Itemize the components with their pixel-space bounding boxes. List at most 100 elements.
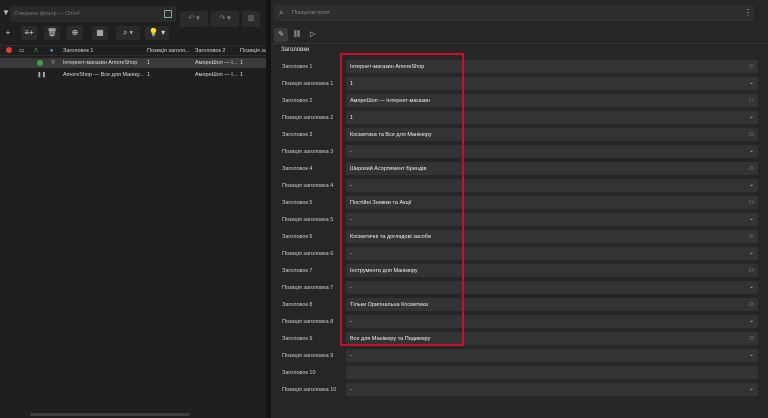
filter-icon[interactable]: ▼ [2,8,10,18]
filter-bar: ▼ Створити фільтр — Ctrl+F ↶ ▾ ↷ ▾ ▥ [0,5,266,27]
chevron-down-icon[interactable]: ⌄ [749,249,754,256]
field-value: - [350,250,352,257]
policy-column-icon[interactable]: ● [50,48,53,54]
insert-button[interactable]: ≡+ [21,26,37,40]
cell-pos2[interactable]: 1 [240,60,243,66]
cell-title2[interactable]: АмореШоп — І... [195,60,238,66]
comment-column-icon[interactable]: ▭ [19,48,24,54]
label-icon[interactable]: ▷ [306,28,320,42]
field-label: Заголовок 4 [282,166,313,172]
chevron-down-icon[interactable]: ⌄ [749,351,754,358]
redo-button[interactable]: ↷ ▾ [211,11,239,27]
char-count: 28 [748,301,754,308]
headline-row: Заголовок 4 Широкий Асортимент Брендів 26 [271,162,768,176]
sort-column-icon[interactable]: ᐱ [34,48,38,54]
status-enabled-icon [37,60,43,66]
headline-position-row: Позиція заголовка 10- ⌄ [271,383,768,397]
field-value: - [350,284,352,291]
app-window: ▼ Створити фільтр — Ctrl+F ↶ ▾ ↷ ▾ ▥ + ≡… [0,0,768,418]
chevron-down-icon[interactable]: ⌄ [749,181,754,188]
field-label: Позиція заголовка 9 [282,353,334,359]
char-count: 26 [748,165,754,172]
scrollbar-thumb[interactable] [30,413,190,416]
column-header-title1[interactable]: Заголовок 1 [63,48,93,54]
field-label: Позиція заголовка 1 [282,81,334,87]
add-row-button[interactable]: + [0,26,16,40]
field-value: АмореШоп — Інтернет-магазин [350,97,431,104]
horizontal-scrollbar[interactable] [0,411,266,418]
position-select[interactable]: - ⌄ [346,247,758,260]
headline-input[interactable]: Інтернет-магазин AmoreShop 26 [346,60,758,73]
position-select[interactable]: - ⌄ [346,383,758,396]
field-value: Інтернет-магазин AmoreShop [350,63,425,70]
headline-input[interactable] [346,366,758,379]
left-pane: ▼ Створити фільтр — Ctrl+F ↶ ▾ ↷ ▾ ▥ + ≡… [0,0,280,418]
chevron-down-icon[interactable]: ⌄ [749,317,754,324]
headline-input[interactable]: АмореШоп — Інтернет-магазин 27 [346,94,758,107]
edit-pencil-icon[interactable]: ✎ [274,28,288,42]
search-replace-button[interactable]: ⌕ ▾ [116,26,140,40]
headline-input[interactable]: Постійні Знижки та Акції 24 [346,196,758,209]
position-select[interactable]: - ⌄ [346,349,758,362]
undo-button[interactable]: ↶ ▾ [180,11,208,27]
headline-input[interactable]: Косметика та Все для Манікюру 29 [346,128,758,141]
delete-button[interactable]: 🗑 [44,26,60,40]
position-select[interactable]: - ⌄ [346,315,758,328]
column-header-title2[interactable]: Заголовок 2 [195,48,225,54]
headline-position-row: Позиція заголовка 1 1 ⌄ [271,77,768,91]
field-value: Все для Манікюру та Педикюру [350,335,431,342]
headline-row: Заголовок 8 Тільки Оригінальна Косметика 2… [271,298,768,312]
zoom-button[interactable]: ⊕ [67,26,83,40]
field-value: 1 [350,114,354,121]
separator [271,43,768,44]
headline-input[interactable]: Широкий Асортимент Брендів 26 [346,162,758,175]
table-row[interactable]: ❚❚ AmoreShop — Все для Маніку... 1 Аморе… [0,70,266,80]
headline-position-row: Позиція заголовка 4- ⌄ [271,179,768,193]
column-header-pos1[interactable]: Позиція заголо... [147,48,190,54]
position-select[interactable]: - ⌄ [346,179,758,192]
cell-pos2[interactable]: 1 [240,72,243,78]
headline-input[interactable]: Все для Манікюру та Педикюру 28 [346,332,758,345]
chevron-down-icon[interactable]: ⌄ [749,385,754,392]
more-options-icon[interactable]: ⋮ [744,8,752,17]
chevron-down-icon[interactable]: ⌄ [749,215,754,222]
table-row[interactable]: ⚲ Інтернет-магазин AmoreShop 1 АмореШоп … [0,58,266,68]
filter-options-icon[interactable] [164,10,172,18]
undo-icon: ↶ [188,15,195,22]
cell-title2[interactable]: АмореШоп — І... [195,72,238,78]
field-value: - [350,386,352,393]
char-count: 30 [748,233,754,240]
field-label: Заголовок 9 [282,336,313,342]
chevron-down-icon[interactable]: ⌄ [749,79,754,86]
chevron-down-icon[interactable]: ⌄ [749,113,754,120]
cell-title1[interactable]: Інтернет-магазин AmoreShop [63,60,145,66]
chevron-down-icon[interactable]: ⌄ [749,283,754,290]
grid-toolbar: + ≡+ 🗑 ⊕ ▦ ⌕ ▾ 💡 ▾ [0,26,266,42]
panel-toggle-button[interactable]: ▥ [242,11,260,27]
cell-pos1[interactable]: 1 [147,60,150,66]
chevron-down-icon[interactable]: ⌄ [749,147,754,154]
search-icon: ⌕ [279,8,284,17]
field-label: Заголовок 2 [282,98,313,104]
suggestions-button[interactable]: 💡 ▾ [145,26,169,40]
status-column-icon[interactable] [6,47,12,53]
headline-input[interactable]: Тільки Оригінальна Косметика 28 [346,298,758,311]
headline-position-row: Позиція заголовка 8- ⌄ [271,315,768,329]
filter-input[interactable]: Створити фільтр — Ctrl+F [10,6,176,22]
cell-pos1[interactable]: 1 [147,72,150,78]
position-select[interactable]: - ⌄ [346,213,758,226]
position-select[interactable]: - ⌄ [346,145,758,158]
link-icon[interactable]: ⛓ [290,28,304,42]
headline-input[interactable]: Косметичні та доглядові засоби 30 [346,230,758,243]
columns-button[interactable]: ▦ [92,26,108,40]
headline-input[interactable]: Інструменти для Манікюру 24 [346,264,758,277]
field-value: 1 [350,80,354,87]
position-select[interactable]: 1 ⌄ [346,111,758,124]
field-search-input[interactable]: ⌕ Пошукові поля [274,5,754,21]
zoom-icon: ⊕ [71,28,79,37]
field-label: Позиція заголовка 10 [282,387,337,393]
position-select[interactable]: - ⌄ [346,281,758,294]
cell-title1[interactable]: AmoreShop — Все для Маніку... [63,72,145,78]
headline-position-row: Позиція заголовка 2 1 ⌄ [271,111,768,125]
position-select[interactable]: 1 ⌄ [346,77,758,90]
